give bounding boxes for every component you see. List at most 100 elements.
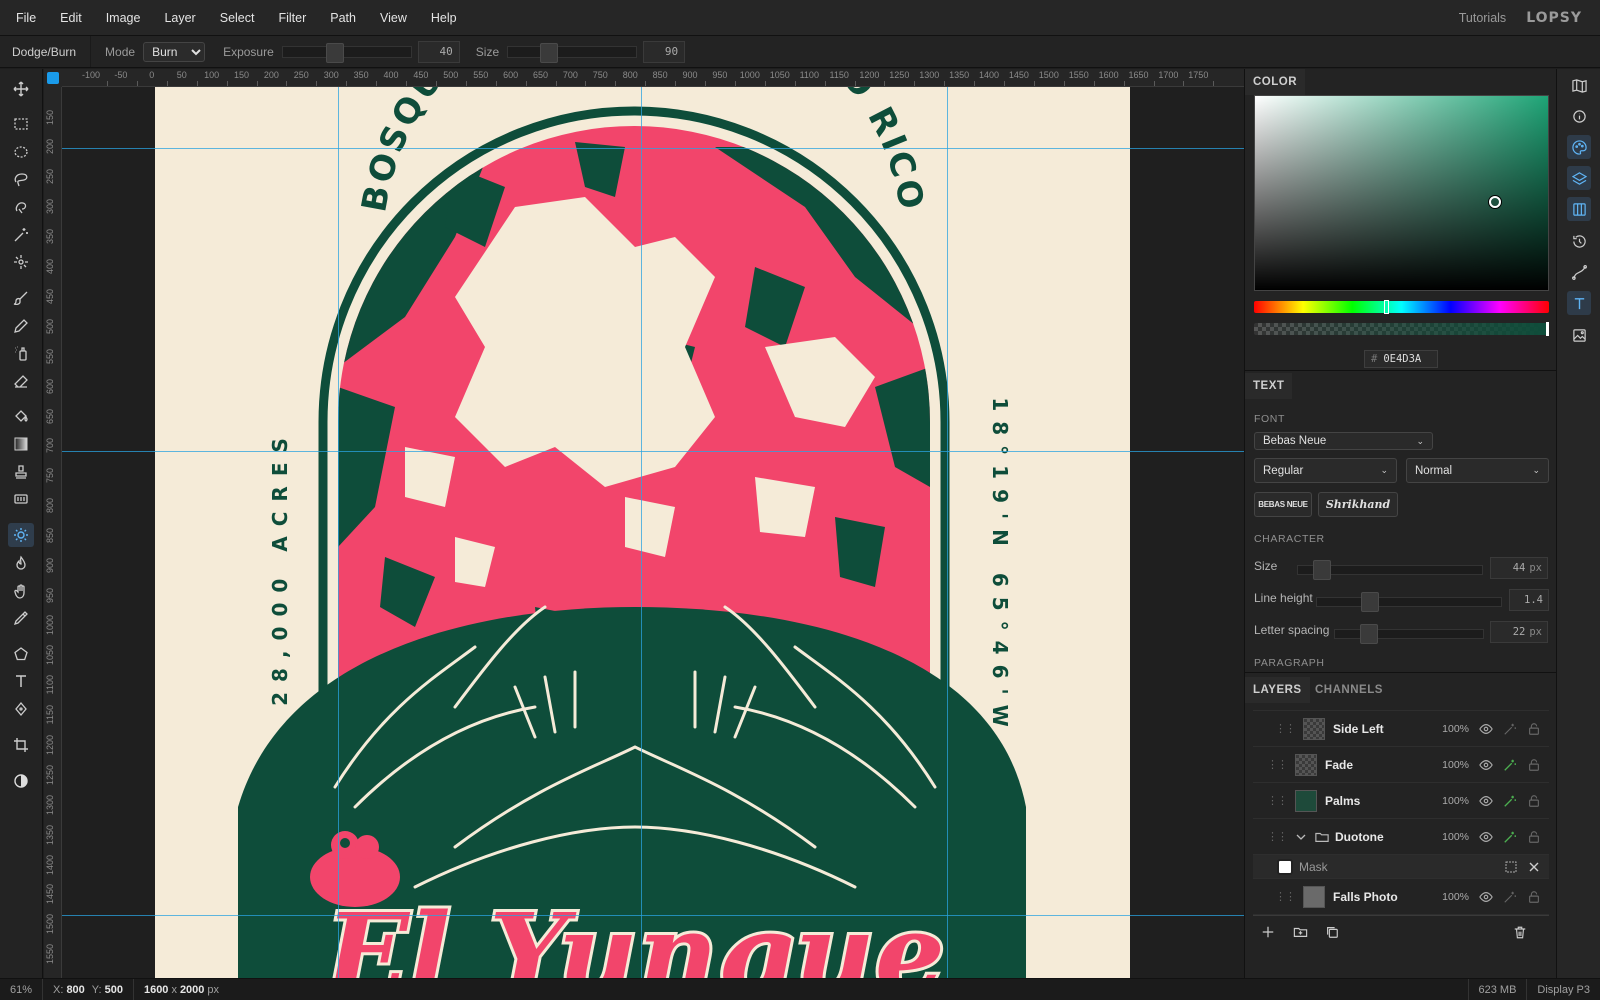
move-icon[interactable]: [8, 77, 34, 101]
map-icon[interactable]: [1567, 73, 1591, 97]
canvas-workspace[interactable]: BOSQUE NACIONAL · PUERTO RICO 28,000 ACR…: [62, 87, 1244, 978]
layer-opacity[interactable]: 100%: [1442, 759, 1469, 771]
image-edit-icon[interactable]: [1567, 323, 1591, 347]
line-height-knob[interactable]: [1361, 592, 1379, 612]
menu-filter[interactable]: Filter: [266, 11, 318, 25]
vertical-guide[interactable]: [641, 87, 642, 978]
drag-handle-icon[interactable]: ⋮⋮: [1267, 758, 1288, 771]
exposure-slider-knob[interactable]: [325, 42, 344, 63]
pencil-icon[interactable]: [8, 314, 34, 338]
eyedropper-icon[interactable]: [8, 606, 34, 630]
size-slider[interactable]: [507, 42, 638, 63]
lock-icon[interactable]: [1527, 890, 1541, 904]
layer-row-partial[interactable]: [1253, 703, 1549, 711]
layer-opacity[interactable]: 100%: [1442, 831, 1469, 843]
line-height-slider[interactable]: [1316, 592, 1502, 612]
menu-layer[interactable]: Layer: [152, 11, 207, 25]
history-icon[interactable]: [1567, 229, 1591, 253]
char-size-slider[interactable]: [1297, 560, 1483, 580]
horizontal-guide[interactable]: [62, 451, 1244, 452]
letter-spacing-input[interactable]: 22 px: [1490, 621, 1548, 643]
eye-icon[interactable]: [1479, 794, 1493, 808]
menu-edit[interactable]: Edit: [48, 11, 94, 25]
close-icon[interactable]: [1529, 862, 1539, 872]
color-picker-handle[interactable]: [1489, 196, 1501, 208]
font-family-select[interactable]: Bebas Neue ⌄: [1254, 432, 1433, 450]
horizontal-guide[interactable]: [62, 915, 1244, 916]
hue-slider[interactable]: [1254, 300, 1549, 314]
lock-icon[interactable]: [1527, 830, 1541, 844]
drag-handle-icon[interactable]: ⋮⋮: [1267, 794, 1288, 807]
magic-wand-icon[interactable]: [8, 223, 34, 247]
info-icon[interactable]: [1567, 104, 1591, 128]
burn-icon[interactable]: [8, 551, 34, 575]
effects-icon[interactable]: [1503, 890, 1517, 904]
pen-icon[interactable]: [8, 697, 34, 721]
letter-spacing-knob[interactable]: [1360, 624, 1378, 644]
vertical-guide[interactable]: [338, 87, 339, 978]
font-style-select[interactable]: Regular ⌄: [1254, 458, 1397, 483]
color-saturation-field[interactable]: [1254, 95, 1549, 291]
mask-select-icon[interactable]: [1505, 861, 1517, 873]
effects-icon[interactable]: [1503, 830, 1517, 844]
bucket-icon[interactable]: [8, 404, 34, 428]
eraser-icon[interactable]: [8, 369, 34, 393]
effects-icon[interactable]: [1503, 758, 1517, 772]
duplicate-layer-icon[interactable]: [1325, 925, 1339, 939]
effects-icon[interactable]: [1503, 722, 1517, 736]
font-preset-bebas[interactable]: BEBAS NEUE: [1254, 492, 1312, 517]
patch-icon[interactable]: [8, 487, 34, 511]
exposure-slider[interactable]: [281, 42, 412, 63]
gradient-icon[interactable]: [8, 432, 34, 456]
layers-icon[interactable]: [1567, 166, 1591, 190]
hex-input[interactable]: # 0E4D3A: [1364, 350, 1438, 368]
add-group-icon[interactable]: [1293, 925, 1308, 939]
tab-layers[interactable]: LAYERS: [1245, 677, 1310, 703]
lock-icon[interactable]: [1527, 758, 1541, 772]
path-icon[interactable]: [1567, 260, 1591, 284]
size-value[interactable]: 90: [643, 40, 686, 63]
horizontal-guide[interactable]: [62, 148, 1244, 149]
eye-icon[interactable]: [1479, 722, 1493, 736]
magnetic-lasso-icon[interactable]: [8, 195, 34, 219]
ruler-origin-marker[interactable]: [47, 72, 59, 84]
layer-opacity[interactable]: 100%: [1442, 891, 1469, 903]
alpha-slider-handle[interactable]: [1546, 322, 1549, 336]
contrast-icon[interactable]: [8, 769, 34, 793]
eye-icon[interactable]: [1479, 758, 1493, 772]
menu-view[interactable]: View: [368, 11, 419, 25]
add-layer-icon[interactable]: [1261, 925, 1275, 939]
layer-row-mask[interactable]: Mask: [1253, 855, 1549, 879]
drag-handle-icon[interactable]: ⋮⋮: [1275, 722, 1296, 735]
menu-image[interactable]: Image: [94, 11, 153, 25]
rect-marquee-icon[interactable]: [8, 112, 34, 136]
drag-handle-icon[interactable]: ⋮⋮: [1275, 890, 1296, 903]
eye-icon[interactable]: [1479, 830, 1493, 844]
dodge-icon[interactable]: [8, 523, 34, 547]
char-size-knob[interactable]: [1313, 560, 1331, 580]
menu-file[interactable]: File: [0, 11, 48, 25]
mode-select[interactable]: Burn: [143, 41, 206, 62]
tab-channels[interactable]: CHANNELS: [1307, 677, 1391, 703]
font-preset-shrikhand[interactable]: Shrikhand: [1318, 492, 1398, 517]
eye-icon[interactable]: [1479, 890, 1493, 904]
layer-opacity[interactable]: 100%: [1442, 795, 1469, 807]
menu-select[interactable]: Select: [208, 11, 267, 25]
menu-help[interactable]: Help: [419, 11, 469, 25]
ellipse-marquee-icon[interactable]: [8, 140, 34, 164]
layer-row-side-left[interactable]: ⋮⋮ Side Left 100%: [1253, 711, 1549, 747]
stamp-icon[interactable]: [8, 460, 34, 484]
delete-layer-icon[interactable]: [1513, 925, 1527, 940]
menu-path[interactable]: Path: [318, 11, 368, 25]
crop-icon[interactable]: [8, 733, 34, 757]
alpha-slider[interactable]: [1254, 322, 1549, 336]
horizontal-ruler[interactable]: -100 -50 0 50 100 150 200 250 300 350 400 450 500 550…: [62, 69, 1244, 87]
hand-icon[interactable]: [8, 579, 34, 603]
type-icon[interactable]: [8, 669, 34, 693]
char-size-input[interactable]: 44 px: [1490, 557, 1548, 579]
lasso-icon[interactable]: [8, 167, 34, 191]
effects-icon[interactable]: [1503, 794, 1517, 808]
chevron-down-icon[interactable]: [1295, 831, 1307, 843]
layer-opacity[interactable]: 100%: [1442, 723, 1469, 735]
layer-row-palms[interactable]: ⋮⋮ Palms 100%: [1253, 783, 1549, 819]
